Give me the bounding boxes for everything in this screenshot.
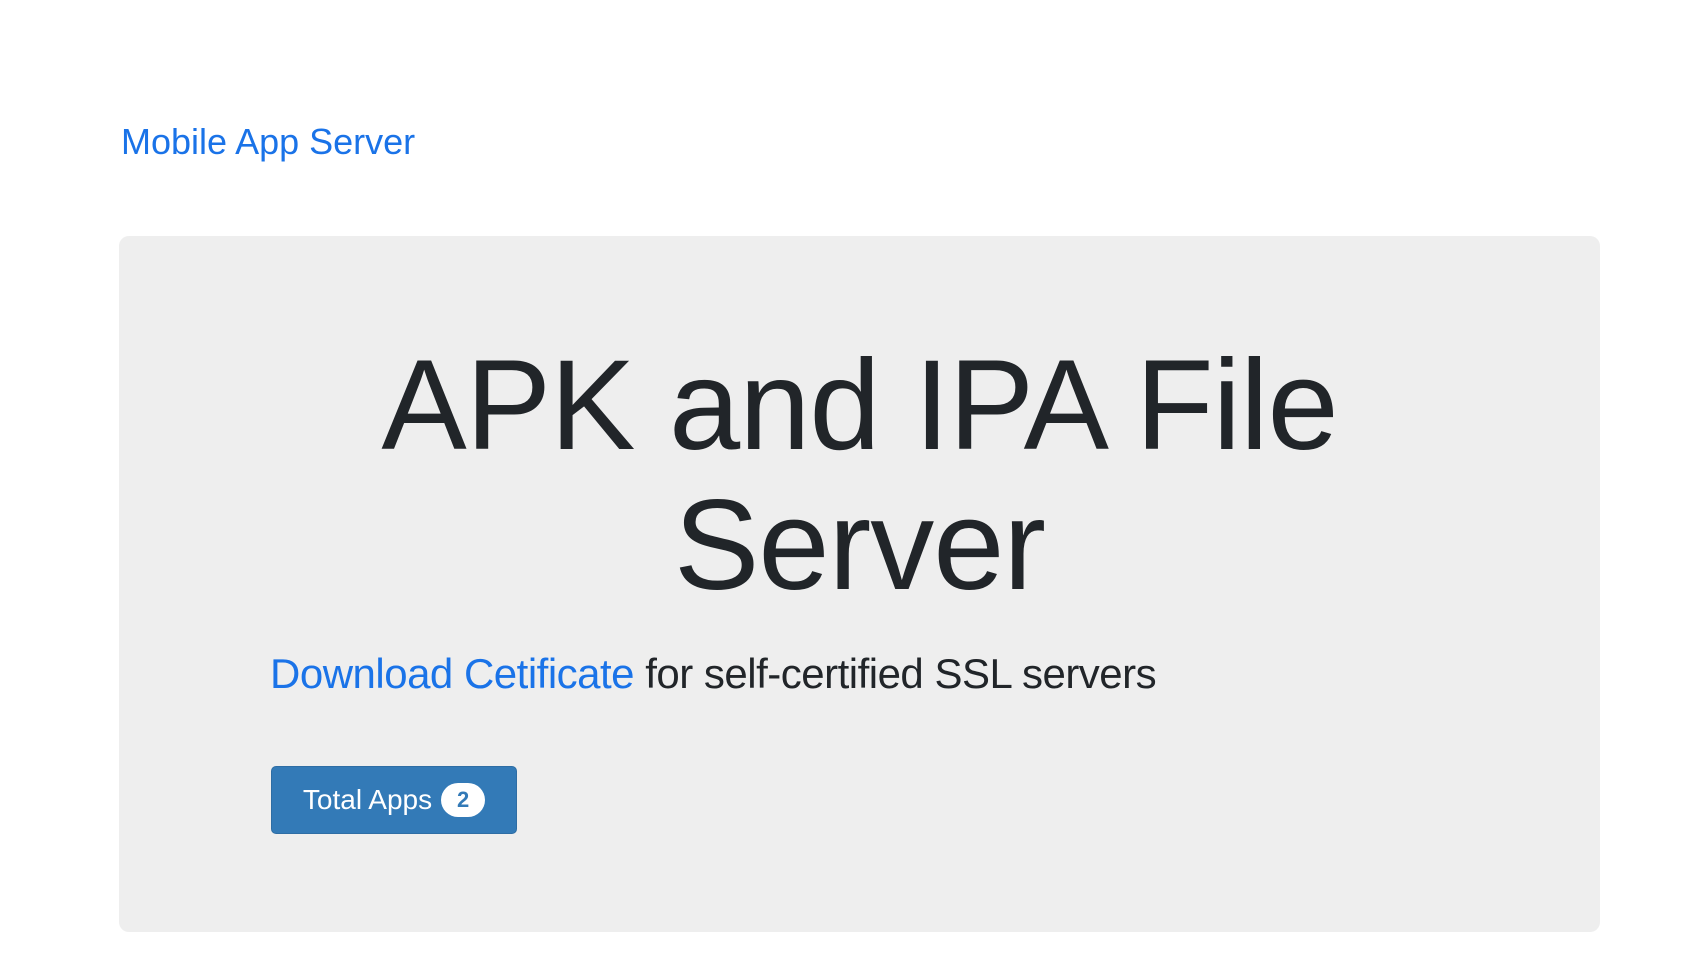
total-apps-button[interactable]: Total Apps 2 <box>271 766 517 834</box>
lead-description: for self-certified SSL servers <box>634 650 1157 697</box>
page-title-line-1: APK and IPA File <box>381 334 1338 477</box>
total-apps-label: Total Apps <box>302 784 433 815</box>
navbar-brand-link[interactable]: Mobile App Server <box>121 118 415 166</box>
lead-text: Download Cetificate for self-certified S… <box>270 648 1157 700</box>
total-apps-badge: 2 <box>441 783 486 817</box>
download-certificate-link[interactable]: Download Cetificate <box>270 650 635 697</box>
page-title: APK and IPA File Server <box>119 336 1600 616</box>
jumbotron: APK and IPA File Server Download Cetific… <box>119 236 1600 932</box>
page-title-line-2: Server <box>674 474 1046 617</box>
page: Mobile App Server APK and IPA File Serve… <box>0 0 1704 964</box>
